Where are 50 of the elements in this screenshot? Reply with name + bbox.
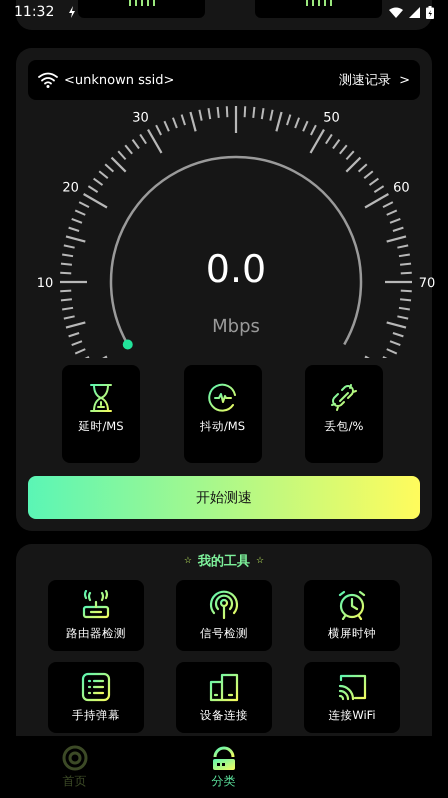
tool-label: 连接WiFi — [328, 708, 376, 723]
signal-icon — [209, 590, 239, 620]
nav-tab[interactable]: 分类 — [149, 736, 298, 798]
tool-tile[interactable]: 路由器检测 — [48, 580, 144, 651]
router-icon — [210, 744, 236, 770]
alarm-icon — [337, 590, 367, 620]
tool-tile[interactable]: 信号检测 — [176, 580, 272, 651]
link-icon — [329, 383, 359, 413]
metric-label: 抖动/MS — [200, 419, 246, 434]
clock-time: 11:32 — [14, 4, 54, 20]
tool-tile[interactable]: 横屏时钟 — [304, 580, 400, 651]
target-icon — [62, 744, 88, 770]
star-mark: ☆ — [256, 556, 264, 566]
needle-dot — [122, 340, 133, 350]
scale-label: 30 — [132, 110, 149, 126]
battery-icon — [426, 6, 434, 18]
tool-tile[interactable] — [255, 0, 382, 18]
tool-label: 路由器检测 — [66, 626, 126, 641]
tool-label: 横屏时钟 — [328, 626, 376, 641]
wifi-icon — [389, 6, 403, 18]
speed-unit: Mbps — [212, 316, 260, 337]
scale-label: 20 — [62, 180, 79, 196]
network-name: <unknown ssid> — [64, 72, 174, 88]
signal-icon — [409, 6, 420, 18]
tool-label: 信号检测 — [200, 626, 248, 641]
pulse-icon — [208, 383, 238, 413]
bars-icon — [304, 0, 334, 8]
scale-label: 60 — [393, 180, 410, 196]
start-test-button[interactable]: 开始测速 — [28, 476, 420, 519]
tool-tile[interactable]: 连接WiFi — [304, 662, 400, 733]
star-mark: ☆ — [184, 556, 192, 566]
tools-title: 我的工具 — [198, 553, 250, 570]
scale-label: 50 — [323, 110, 340, 126]
history-link[interactable]: 测速记录 > — [338, 71, 410, 89]
router-icon — [81, 590, 111, 620]
scale-label: 70 — [418, 276, 436, 291]
tool-tile[interactable]: 设备连接 — [176, 662, 272, 733]
scale-label: 10 — [36, 276, 54, 291]
devices-icon — [209, 672, 239, 702]
tool-label: 设备连接 — [200, 708, 248, 723]
tool-tile[interactable]: 手持弹幕 — [48, 662, 144, 733]
tool-tile[interactable] — [78, 0, 205, 18]
bars-icon — [126, 0, 156, 8]
tool-label: 手持弹幕 — [72, 708, 120, 723]
speed-reading: 0.0 — [206, 247, 266, 291]
list-icon — [81, 672, 111, 702]
cast-icon — [337, 672, 367, 702]
wifi-icon — [38, 72, 58, 88]
metric-label: 延时/MS — [78, 419, 124, 434]
metric-label: 丢包/% — [324, 419, 364, 434]
